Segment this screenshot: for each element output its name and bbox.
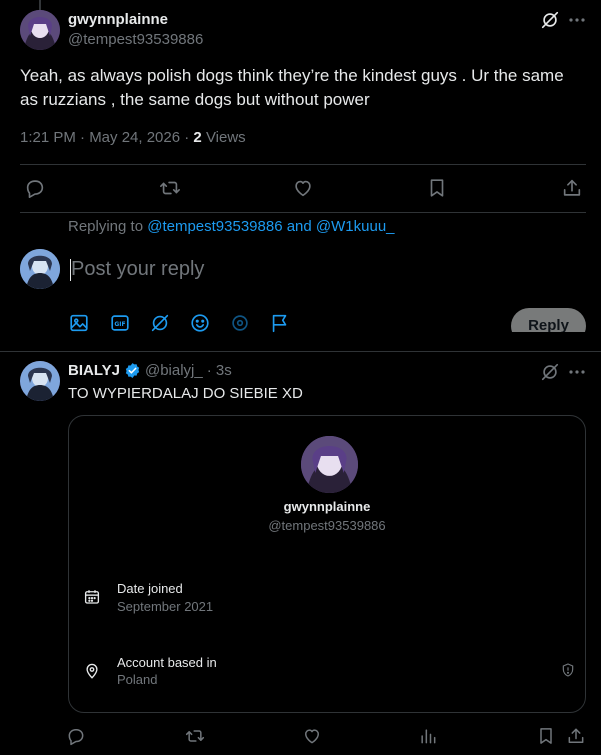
retweet-icon[interactable]	[159, 177, 181, 199]
tweet-text: Yeah, as always polish dogs think they’r…	[20, 66, 564, 109]
replying-and[interactable]: and	[287, 218, 312, 235]
divider	[0, 351, 601, 352]
date-joined-value: September 2021	[117, 599, 214, 614]
bookmark-icon[interactable]	[426, 177, 448, 199]
views-count: 2	[193, 129, 202, 146]
replying-user-link[interactable]: @W1kuuu_	[316, 218, 395, 235]
location-pin-icon	[83, 662, 101, 680]
verified-badge-icon	[124, 362, 141, 379]
divider	[20, 164, 586, 165]
svg-text:GIF: GIF	[114, 321, 125, 328]
tweet-meta: 1:21 PM · May 24, 2026 · 2 Views	[20, 129, 246, 146]
reply-author-row: BIALYJ @bialyj_ · 3s	[68, 362, 232, 379]
avatar[interactable]	[20, 361, 60, 401]
replying-to: Replying to @tempest93539886 and @W1kuuu…	[68, 218, 395, 235]
share-icon[interactable]	[566, 726, 586, 746]
more-options-icon[interactable]	[567, 12, 587, 28]
replying-user-link[interactable]: @tempest93539886	[147, 218, 282, 235]
avatar[interactable]	[20, 10, 60, 50]
reply-author-name[interactable]: BIALYJ	[68, 362, 120, 379]
divider	[20, 212, 586, 213]
author-handle[interactable]: @tempest93539886	[68, 31, 203, 48]
share-icon[interactable]	[561, 177, 583, 199]
more-options-icon[interactable]	[567, 364, 587, 380]
grok-icon[interactable]	[540, 362, 560, 382]
tweet-timestamp[interactable]: 1:21 PM · May 24, 2026 ·	[20, 129, 189, 146]
reply-icon[interactable]	[24, 177, 46, 199]
avatar-image	[20, 249, 60, 289]
reply-author-handle[interactable]: @bialyj_	[145, 362, 203, 379]
calendar-icon	[83, 588, 101, 606]
reply-icon[interactable]	[66, 726, 86, 746]
grok-icon[interactable]	[149, 312, 171, 334]
author-name[interactable]: gwynnplainne	[68, 11, 168, 28]
heart-icon[interactable]	[292, 177, 314, 199]
location-icon[interactable]	[229, 312, 251, 334]
bookmark-icon[interactable]	[536, 726, 556, 746]
card-avatar	[301, 436, 358, 493]
card-handle: @tempest93539886	[268, 518, 386, 533]
flag-icon[interactable]	[269, 312, 291, 334]
info-shield-icon[interactable]	[560, 662, 576, 678]
grok-icon[interactable]	[540, 10, 560, 30]
heart-icon[interactable]	[302, 726, 322, 746]
reply-text: TO WYPIERDALAJ DO SIEBIE XD	[68, 385, 303, 402]
date-joined-label: Date joined	[117, 581, 183, 596]
gif-icon[interactable]: GIF	[109, 312, 131, 334]
analytics-icon[interactable]	[418, 726, 438, 746]
reply-time[interactable]: · 3s	[207, 362, 232, 379]
my-avatar[interactable]	[20, 249, 60, 289]
location-value: Poland	[117, 672, 158, 687]
image-icon[interactable]	[68, 312, 90, 334]
reply-button[interactable]: Reply	[511, 308, 586, 332]
avatar-image	[301, 436, 358, 493]
replying-prefix: Replying to	[68, 218, 144, 235]
avatar-image	[20, 10, 60, 50]
location-label: Account based in	[117, 655, 217, 670]
reply-input[interactable]: Post your reply	[71, 257, 204, 281]
thread-line	[39, 0, 41, 10]
card-name: gwynnplainne	[283, 499, 371, 514]
views-label: Views	[205, 129, 246, 146]
emoji-icon[interactable]	[189, 312, 211, 334]
retweet-icon[interactable]	[185, 726, 205, 746]
avatar-image	[20, 361, 60, 401]
